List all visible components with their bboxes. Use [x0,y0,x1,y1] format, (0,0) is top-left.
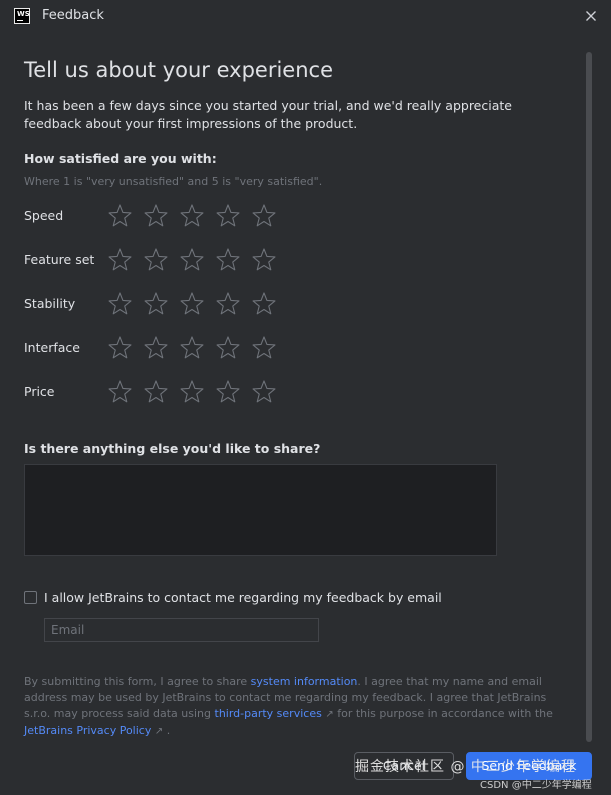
star-outline-icon[interactable] [214,334,242,362]
logo-text: WS [17,10,30,18]
page-title: Tell us about your experience [24,58,334,82]
star-outline-icon[interactable] [250,246,278,274]
contact-consent-label[interactable]: I allow JetBrains to contact me regardin… [44,590,442,605]
star-outline-icon[interactable] [178,246,206,274]
third-party-services-link[interactable]: third-party services [215,707,322,720]
star-outline-icon[interactable] [106,290,134,318]
rating-label: Feature set [24,252,95,267]
star-outline-icon[interactable] [178,378,206,406]
external-link-icon: ↗ [154,726,164,737]
star-outline-icon[interactable] [142,202,170,230]
star-outline-icon[interactable] [250,334,278,362]
legal-notice: By submitting this form, I agree to shar… [24,674,569,740]
close-button[interactable] [583,8,599,24]
star-outline-icon[interactable] [214,246,242,274]
rating-row-speed: Speed [24,202,324,230]
watermark: CSDN @中二少年学编程 [480,780,592,791]
rating-row-interface: Interface [24,334,324,362]
contact-consent-checkbox[interactable] [24,591,37,604]
satisfaction-hint: Where 1 is "very unsatisfied" and 5 is "… [24,175,323,188]
star-outline-icon[interactable] [178,334,206,362]
watermark: 掘金技术社区 @ 中二少年学编程 [355,759,576,775]
feedback-textarea[interactable] [24,464,497,556]
star-outline-icon[interactable] [106,378,134,406]
window-title: Feedback [42,8,104,23]
privacy-policy-link[interactable]: JetBrains Privacy Policy [24,724,151,737]
title-bar: WS Feedback [0,0,611,34]
email-field[interactable] [44,618,319,642]
star-outline-icon[interactable] [214,290,242,318]
star-outline-icon[interactable] [106,334,134,362]
rating-label: Stability [24,296,76,311]
share-title: Is there anything else you'd like to sha… [24,441,321,456]
rating-row-feature-set: Feature set [24,246,324,274]
rating-label: Speed [24,208,64,223]
rating-row-price: Price [24,378,324,406]
star-outline-icon[interactable] [214,378,242,406]
vertical-scrollbar[interactable] [586,52,592,742]
star-outline-icon[interactable] [178,202,206,230]
star-outline-icon[interactable] [178,290,206,318]
star-outline-icon[interactable] [142,246,170,274]
system-information-link[interactable]: system information [251,675,358,688]
legal-text: By submitting this form, I agree to shar… [24,675,251,688]
legal-text: for this purpose in accordance with the [333,707,553,720]
star-outline-icon[interactable] [250,378,278,406]
intro-text: It has been a few days since you started… [24,98,512,131]
star-outline-icon[interactable] [142,290,170,318]
star-outline-icon[interactable] [106,246,134,274]
star-outline-icon[interactable] [250,290,278,318]
star-outline-icon[interactable] [106,202,134,230]
rating-label: Interface [24,340,80,355]
legal-text: . [163,724,171,737]
star-outline-icon[interactable] [250,202,278,230]
star-outline-icon[interactable] [142,334,170,362]
close-icon [586,11,596,21]
rating-row-stability: Stability [24,290,324,318]
external-link-icon: ↗ [325,709,334,720]
rating-label: Price [24,384,55,399]
webstorm-logo: WS [14,8,30,24]
satisfaction-title: How satisfied are you with: [24,151,217,166]
star-outline-icon[interactable] [142,378,170,406]
star-outline-icon[interactable] [214,202,242,230]
